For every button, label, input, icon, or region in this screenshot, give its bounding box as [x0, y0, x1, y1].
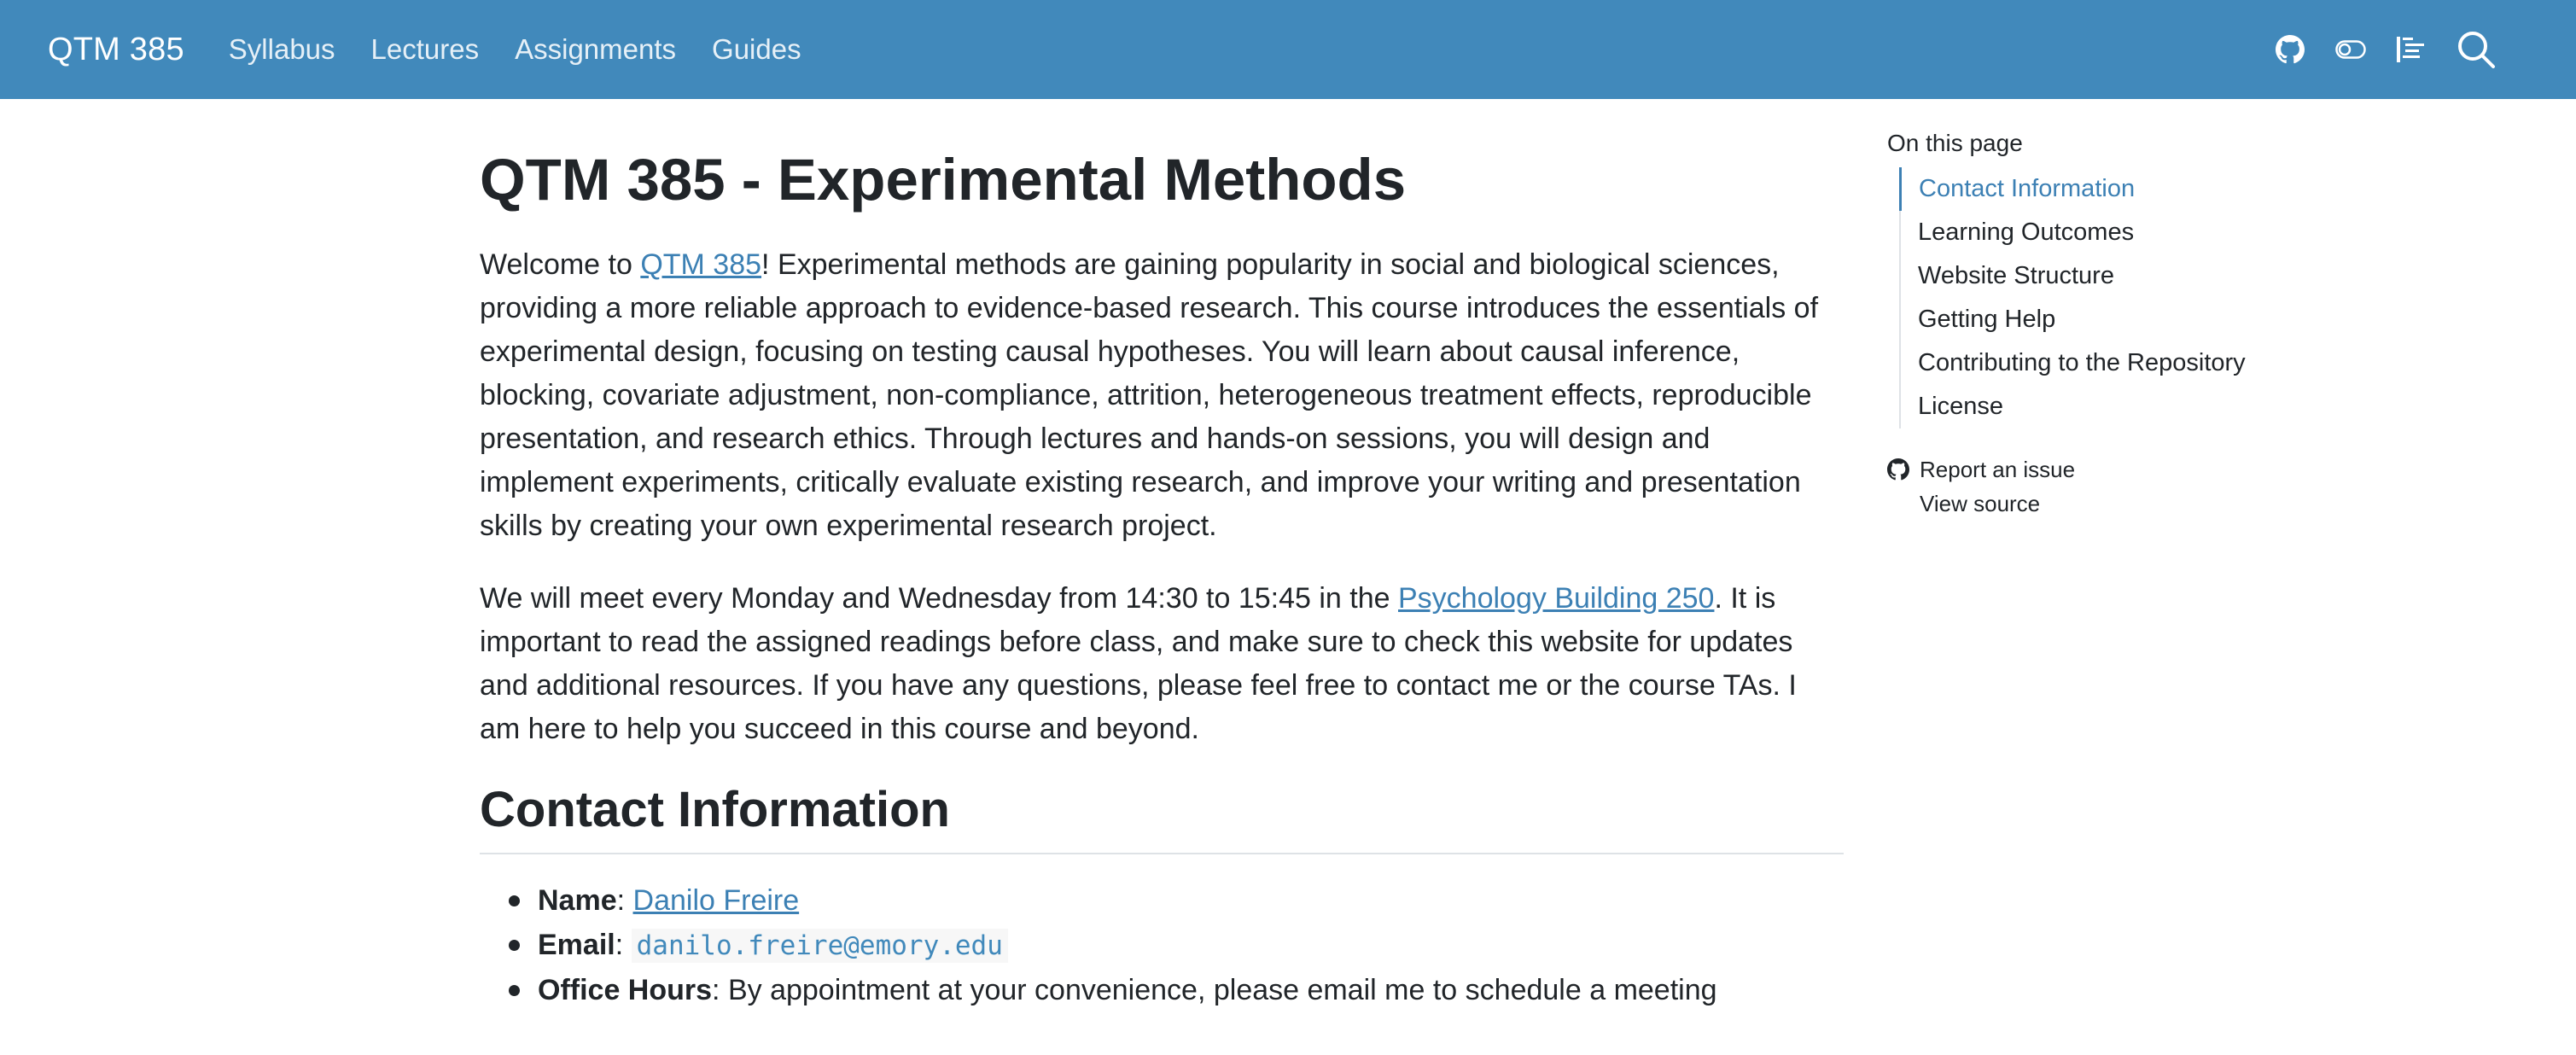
contact-hours-item: Office Hours: By appointment at your con…	[509, 968, 1844, 1012]
contact-heading: Contact Information	[480, 780, 1844, 855]
office-hours-label: Office Hours	[538, 974, 713, 1007]
contact-list: Name: Danilo Freire Email: danilo.freire…	[480, 878, 1844, 1012]
reader-mode-icon[interactable]	[2397, 36, 2426, 63]
nav-link-assignments[interactable]: Assignments	[515, 33, 676, 66]
qtm-385-link[interactable]: QTM 385	[640, 248, 761, 281]
contact-name-item: Name: Danilo Freire	[509, 878, 1844, 923]
search-icon[interactable]	[2457, 30, 2496, 69]
meeting-prefix: We will meet every Monday and Wednesday …	[480, 581, 1398, 615]
view-source-link[interactable]: View source	[1887, 487, 2365, 521]
office-hours-value: By appointment at your convenience, plea…	[727, 974, 1717, 1007]
toc-item-website-structure[interactable]: Website Structure	[1901, 254, 2365, 298]
toc-item-contact-information[interactable]: Contact Information	[1899, 167, 2365, 211]
intro-prefix: Welcome to	[480, 248, 641, 281]
toc-item-learning-outcomes[interactable]: Learning Outcomes	[1901, 211, 2365, 254]
name-link[interactable]: Danilo Freire	[633, 884, 800, 917]
meeting-paragraph: We will meet every Monday and Wednesday …	[480, 577, 1844, 751]
intro-paragraph: Welcome to QTM 385! Experimental methods…	[480, 243, 1844, 548]
github-icon[interactable]	[2276, 35, 2305, 64]
brand-link[interactable]: QTM 385	[48, 32, 184, 68]
nav-link-syllabus[interactable]: Syllabus	[229, 33, 335, 66]
toc-heading: On this page	[1887, 130, 2023, 156]
email-label: Email	[538, 929, 615, 962]
psychology-building-link[interactable]: Psychology Building 250	[1398, 582, 1714, 615]
email-link[interactable]: danilo.freire@emory.edu	[631, 929, 1008, 964]
contact-email-item: Email: danilo.freire@emory.edu	[509, 923, 1844, 968]
toggle-icon[interactable]	[2335, 40, 2366, 59]
intro-text: ! Experimental methods are gaining popul…	[480, 248, 1819, 542]
report-issue-label: Report an issue	[1920, 457, 2076, 482]
toc-item-contributing[interactable]: Contributing to the Repository	[1901, 341, 2365, 385]
nav-link-lectures[interactable]: Lectures	[371, 33, 480, 66]
view-source-label: View source	[1920, 491, 2041, 516]
main-content: QTM 385 - Experimental Methods Welcome t…	[480, 145, 1844, 1012]
name-label: Name	[538, 884, 617, 918]
page-title: QTM 385 - Experimental Methods	[480, 147, 1407, 213]
github-icon	[1887, 458, 1909, 481]
report-issue-link[interactable]: Report an issue	[1887, 452, 2365, 487]
toc-list: Contact Information Learning Outcomes We…	[1899, 167, 2365, 428]
navbar-tools	[2276, 0, 2496, 99]
toc-action-links: Report an issue View source	[1887, 452, 2365, 521]
toc-item-getting-help[interactable]: Getting Help	[1901, 298, 2365, 341]
toc-sidebar: On this page Contact Information Learnin…	[1887, 130, 2365, 521]
top-navbar: QTM 385 Syllabus Lectures Assignments Gu…	[0, 0, 2576, 99]
toc-item-license[interactable]: License	[1901, 385, 2365, 428]
nav-link-guides[interactable]: Guides	[712, 33, 801, 66]
